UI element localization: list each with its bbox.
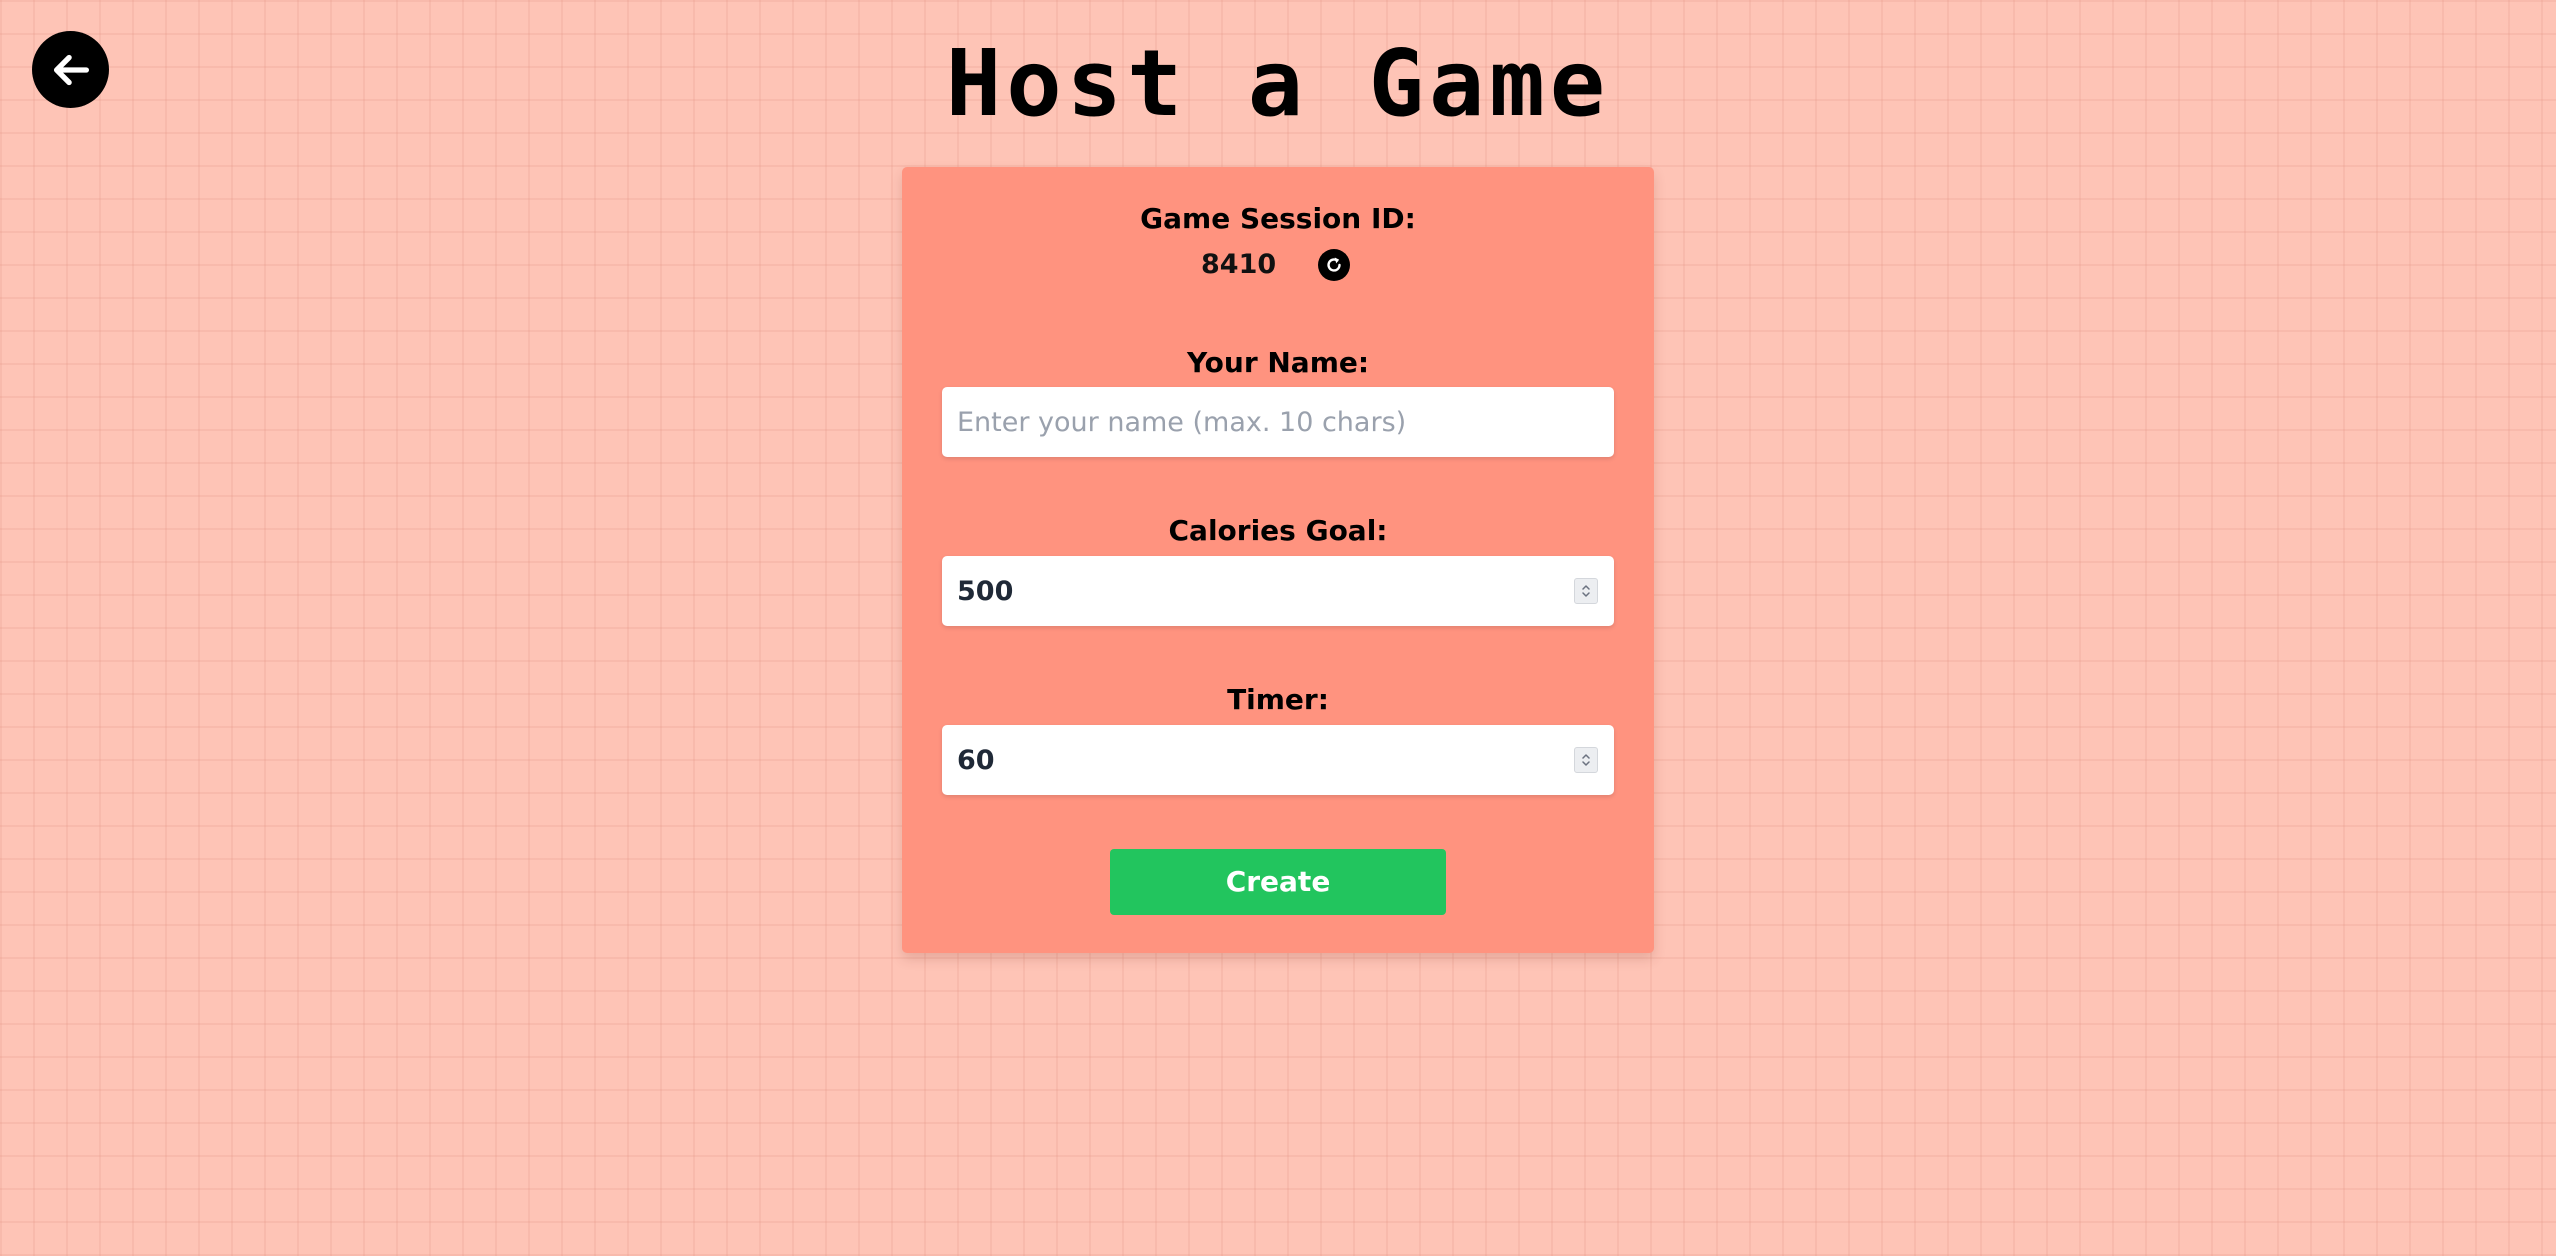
timer-stepper[interactable] (1574, 747, 1598, 773)
calories-goal-input[interactable] (942, 556, 1614, 626)
timer-label: Timer: (1227, 683, 1329, 716)
spinner-arrows-icon (1582, 585, 1590, 597)
session-id-label: Game Session ID: (1140, 202, 1416, 235)
name-input[interactable] (942, 387, 1614, 457)
session-id-value: 8410 (1201, 249, 1277, 280)
calories-goal-label: Calories Goal: (1168, 514, 1388, 547)
timer-field (942, 725, 1614, 795)
timer-input[interactable] (942, 725, 1614, 795)
create-button[interactable]: Create (1110, 849, 1446, 915)
refresh-icon (1327, 257, 1341, 272)
name-label: Your Name: (1186, 346, 1370, 379)
session-id-row: 8410 (902, 245, 1654, 285)
refresh-session-button[interactable] (1318, 249, 1350, 281)
spinner-arrows-icon (1582, 754, 1590, 766)
calories-goal-stepper[interactable] (1574, 578, 1598, 604)
page-title: Host a Game (945, 30, 1611, 137)
name-field (942, 387, 1614, 457)
host-game-form: Game Session ID: 8410 Your Name: Calorie… (902, 167, 1654, 953)
calories-goal-field (942, 556, 1614, 626)
